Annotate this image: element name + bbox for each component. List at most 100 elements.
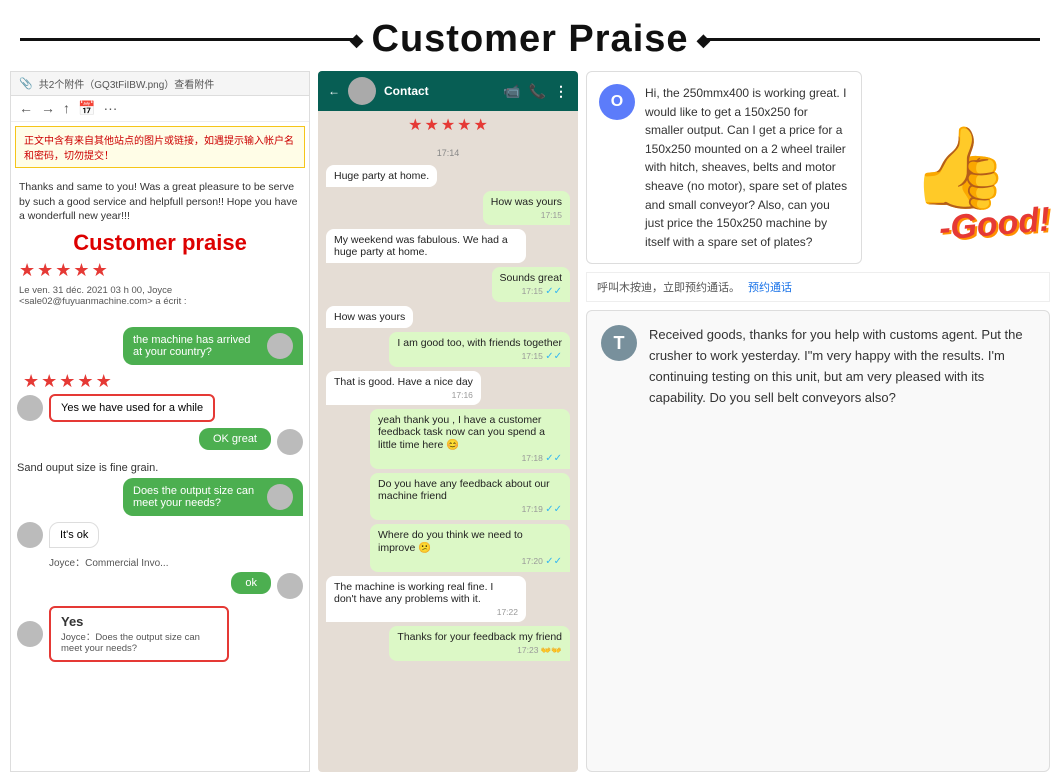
contact-chinese-text: 呼叫木按迪，立即预约通话。 — [597, 279, 740, 295]
testimonial-avatar: T — [601, 325, 637, 361]
email-body: Thanks and same to you! Was a great plea… — [11, 172, 309, 323]
star-5: ★ — [92, 260, 108, 281]
chat-bubble-a2: OK great — [199, 428, 271, 450]
wa-msg-10-time: 17:20 ✓✓ — [378, 556, 562, 567]
chat-star-3: ★ — [59, 371, 75, 392]
right-top: O Hi, the 250mmx400 is working great. I … — [586, 71, 1050, 264]
email-nav[interactable]: ← → ↑ 📅 ··· — [11, 96, 309, 122]
chat-row-yes: Yes Joyce：Does the output size can meet … — [17, 606, 303, 662]
wa-stars: ★ ★ ★ ★ ★ — [318, 111, 578, 139]
wa-msg-4-time: 17:15 ✓✓ — [500, 286, 562, 297]
nav-up[interactable]: ↑ — [63, 100, 70, 117]
avatar-right-4 — [277, 573, 303, 599]
wa-msg-2-time: 17:15 — [491, 210, 562, 220]
avatar-left-2 — [17, 522, 43, 548]
avatar-right-1 — [267, 333, 293, 359]
wa-msg-1: Huge party at home. — [326, 165, 437, 187]
main-content: 📎 共2个附件（GQ3tFiIBW.png）查看附件 ← → ↑ 📅 ··· 正… — [0, 71, 1060, 772]
header-right-line — [705, 38, 1041, 41]
wa-star-5: ★ — [474, 115, 488, 135]
star-1: ★ — [19, 260, 35, 281]
email-date: Le ven. 31 déc. 2021 03 h 00, Joyce <sal… — [19, 285, 301, 307]
wa-msg-4: Sounds great 17:15 ✓✓ — [492, 267, 570, 302]
page-header: Customer Praise — [0, 0, 1060, 71]
wa-header: ← Contact 📹 📞 ⋮ — [318, 71, 578, 111]
wa-header-icons: 📹 📞 ⋮ — [503, 83, 568, 100]
wa-msg-2: How was yours 17:15 — [483, 191, 570, 225]
wa-star-2: ★ — [424, 115, 438, 135]
wa-back-icon[interactable]: ← — [328, 84, 340, 98]
wa-msg-5: How was yours — [326, 306, 413, 328]
page-title: Customer Praise — [372, 18, 689, 61]
star-3: ★ — [55, 260, 71, 281]
chat-stars: ★ ★ ★ ★ ★ — [23, 371, 303, 392]
chat-star-4: ★ — [77, 371, 93, 392]
wa-star-3: ★ — [441, 115, 455, 135]
stars-row: ★ ★ ★ ★ ★ — [19, 260, 301, 281]
chat-star-5: ★ — [96, 371, 112, 392]
wa-call-icon[interactable]: 📞 — [529, 83, 546, 100]
thumbs-up-icon: 👍 — [910, 121, 1010, 215]
avatar-left-1 — [17, 395, 43, 421]
wa-video-icon[interactable]: 📹 — [503, 83, 520, 100]
wa-msg-8-time: 17:18 ✓✓ — [378, 453, 562, 464]
wa-avatar — [348, 77, 376, 105]
header-left-line — [20, 38, 356, 41]
inquiry-row: O Hi, the 250mmx400 is working great. I … — [586, 71, 862, 264]
emoji-hands: 👐👐 — [541, 645, 562, 655]
left-email-panel: 📎 共2个附件（GQ3tFiIBW.png）查看附件 ← → ↑ 📅 ··· 正… — [10, 71, 310, 772]
chat-bubble-q1: the machine has arrived at your country? — [123, 327, 303, 365]
yes-sub: Joyce：Does the output size can meet your… — [61, 629, 217, 654]
email-warning: 正文中含有来自其他站点的图片或链接，如遇提示输入帐户名和密码，切勿提交！ — [15, 126, 305, 168]
testimonial-text: Received goods, thanks for you help with… — [649, 325, 1035, 408]
right-panel: O Hi, the 250mmx400 is working great. I … — [586, 71, 1050, 772]
yes-title: Yes — [61, 614, 217, 629]
chat-star-1: ★ — [23, 371, 39, 392]
contact-link[interactable]: 预约通话 — [748, 279, 792, 295]
nav-back[interactable]: ← — [19, 100, 33, 117]
chat-bubble-a3: It's ok — [49, 522, 99, 548]
wa-msg-9: Do you have any feedback about our machi… — [370, 473, 570, 520]
email-praise-title: Customer praise — [19, 230, 301, 256]
contact-row: 呼叫木按迪，立即预约通话。 预约通话 — [586, 272, 1050, 302]
avatar-right-3 — [267, 484, 293, 510]
chat-row-a1: Yes we have used for a while — [17, 394, 303, 422]
wa-time-label: 17:14 — [326, 145, 570, 161]
wa-msg-8: yeah thank you , I have a customer feedb… — [370, 409, 570, 469]
wa-msg-12-time: 17:23 👐👐 — [397, 645, 562, 656]
chat-file: Joyce：Commercial Invo... — [49, 554, 303, 569]
chat-row-a2: OK great — [17, 428, 303, 456]
testimonial-box: T Received goods, thanks for you help wi… — [586, 310, 1050, 772]
nav-forward[interactable]: → — [41, 100, 55, 117]
chat-static-text: Sand ouput size is fine grain. — [17, 462, 303, 474]
avatar-right-2 — [277, 429, 303, 455]
attach-icon: 📎 — [19, 77, 33, 90]
whatsapp-panel: ← Contact 📹 📞 ⋮ ★ ★ ★ ★ ★ 17:14 Huge par… — [318, 71, 578, 772]
nav-calendar[interactable]: 📅 — [78, 100, 95, 117]
chat-bubble-a1: Yes we have used for a while — [49, 394, 215, 422]
yes-box: Yes Joyce：Does the output size can meet … — [49, 606, 229, 662]
wa-msg-11: The machine is working real fine. I don'… — [326, 576, 526, 622]
wa-msg-12: Thanks for your feedback my friend 17:23… — [389, 626, 570, 661]
avatar-left-3 — [17, 621, 43, 647]
chat-area: the machine has arrived at your country?… — [11, 323, 309, 672]
chat-row-a4: ok — [17, 572, 303, 600]
star-2: ★ — [37, 260, 53, 281]
wa-msg-7: That is good. Have a nice day 17:16 — [326, 371, 481, 405]
wa-msg-6-time: 17:15 ✓✓ — [397, 351, 562, 362]
wa-msg-9-time: 17:19 ✓✓ — [378, 504, 562, 515]
good-label: -Good! — [937, 201, 1051, 250]
nav-more[interactable]: ··· — [103, 100, 117, 117]
chat-bubble-a4: ok — [231, 572, 271, 594]
star-4: ★ — [73, 260, 89, 281]
inquiry-avatar: O — [599, 84, 635, 120]
attachment-label: 共2个附件（GQ3tFiIBW.png）查看附件 — [39, 76, 215, 91]
wa-msg-10: Where do you think we need to improve 😕 … — [370, 524, 570, 572]
wa-star-4: ★ — [457, 115, 471, 135]
wa-more-icon[interactable]: ⋮ — [554, 83, 568, 100]
wa-contact-name: Contact — [384, 84, 429, 98]
wa-msg-7-time: 17:16 — [334, 390, 473, 400]
wa-star-1: ★ — [408, 115, 422, 135]
chat-bubble-q2: Does the output size can meet your needs… — [123, 478, 303, 516]
email-greeting: Thanks and same to you! Was a great plea… — [19, 180, 301, 224]
